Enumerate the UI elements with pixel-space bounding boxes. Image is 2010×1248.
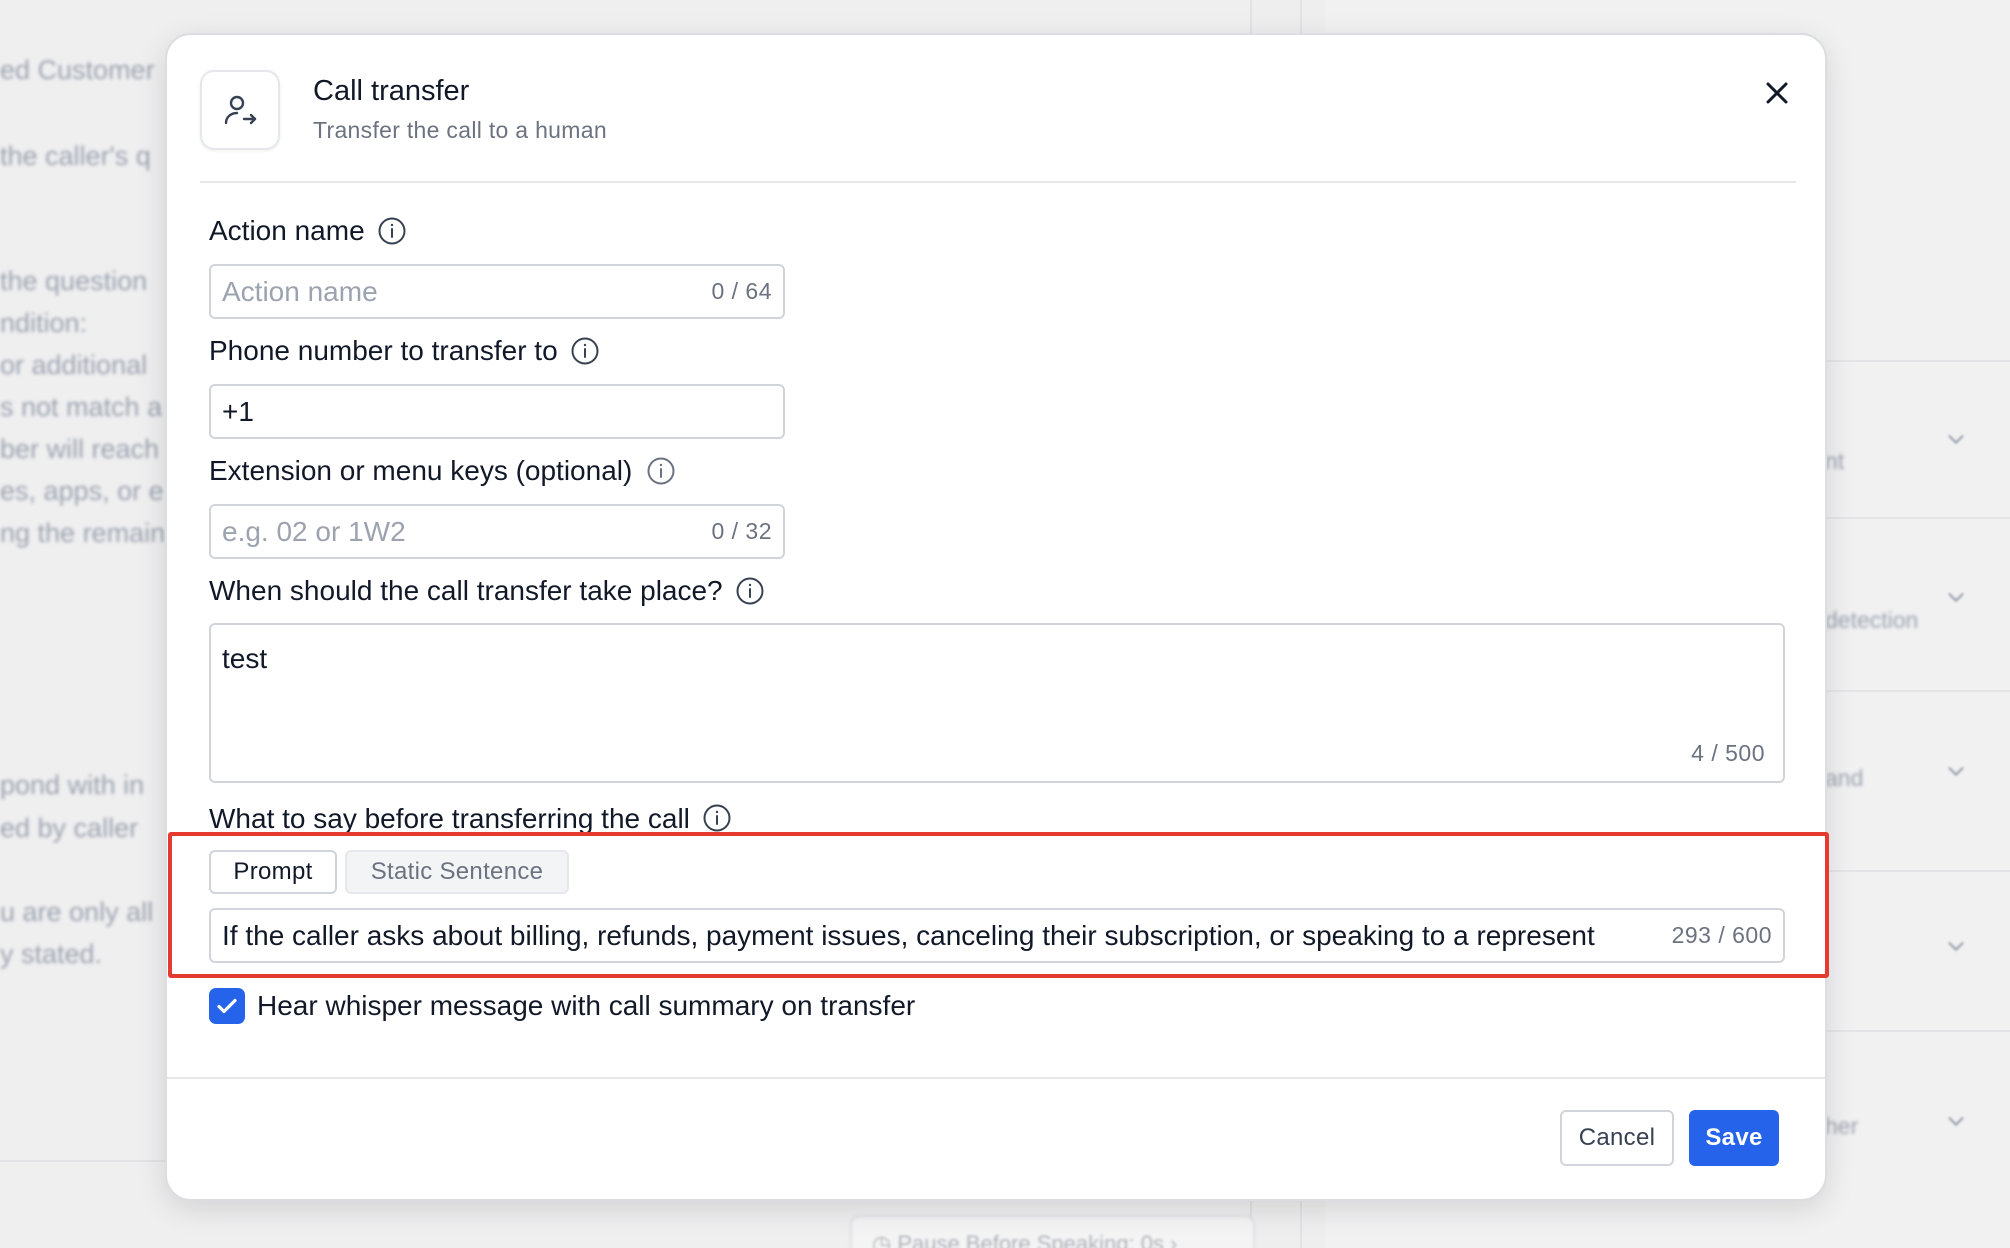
phone-number-input[interactable]: +1 (209, 384, 785, 439)
chevron-down-icon[interactable] (1945, 428, 1967, 450)
background-text: the caller's q (0, 141, 151, 171)
say-label-text: What to say before transferring the call (209, 803, 690, 834)
when-value: test (222, 643, 268, 674)
phone-label: Phone number to transfer to (209, 335, 600, 367)
background-text: y stated. (0, 939, 103, 969)
whisper-label: Hear whisper message with call summary o… (257, 990, 916, 1021)
extension-label-text: Extension or menu keys (optional) (209, 455, 633, 486)
chevron-down-icon[interactable] (1945, 935, 1967, 957)
background-text: nt (1825, 448, 1845, 474)
extension-input[interactable]: e.g. 02 or 1W2 0 / 32 (209, 504, 785, 559)
action-name-label: Action name (209, 215, 407, 247)
extension-label: Extension or menu keys (optional) (209, 455, 676, 487)
background-text: u are only all (0, 897, 154, 927)
chevron-down-icon[interactable] (1945, 586, 1967, 608)
clock-icon: ◷ (872, 1231, 898, 1248)
pause-before-speaking-pill[interactable]: ◷ Pause Before Speaking: 0s › (850, 1215, 1255, 1248)
action-name-placeholder: Action name (222, 275, 378, 307)
background-text: the question (0, 266, 148, 296)
background-text: es, apps, or e (0, 476, 164, 506)
action-name-label-text: Action name (209, 215, 365, 246)
phone-label-text: Phone number to transfer to (209, 335, 558, 366)
save-button[interactable]: Save (1689, 1110, 1779, 1166)
background-text: pond with in (0, 770, 145, 800)
tab-static-sentence[interactable]: Static Sentence (345, 850, 569, 894)
when-counter: 4 / 500 (1691, 740, 1765, 766)
close-icon[interactable] (1757, 73, 1797, 113)
background-text: ed by caller (0, 813, 139, 843)
modal-subtitle: Transfer the call to a human (313, 117, 607, 143)
background-text: ndition: (0, 308, 88, 338)
chevron-down-icon[interactable] (1945, 1110, 1967, 1132)
extension-counter: 0 / 32 (711, 518, 772, 544)
checkmark-icon (217, 998, 237, 1014)
footer-divider (167, 1077, 1825, 1079)
whisper-checkbox[interactable] (209, 988, 245, 1024)
background-text: ed Customer (0, 55, 155, 85)
cancel-button[interactable]: Cancel (1560, 1110, 1674, 1166)
say-prompt-input[interactable]: If the caller asks about billing, refund… (209, 908, 1785, 963)
info-icon[interactable] (377, 216, 407, 246)
chevron-down-icon[interactable] (1945, 760, 1967, 782)
background-text: detection (1825, 607, 1919, 633)
say-prompt-counter: 293 / 600 (1671, 922, 1772, 948)
info-icon[interactable] (646, 456, 676, 486)
pause-before-speaking-label: Pause Before Speaking: 0s (897, 1231, 1164, 1248)
background-text: or additional (0, 350, 148, 380)
say-label: What to say before transferring the call (209, 803, 732, 841)
say-prompt-value: If the caller asks about billing, refund… (222, 919, 1595, 951)
info-icon[interactable] (702, 803, 732, 833)
tab-prompt[interactable]: Prompt (209, 850, 337, 894)
info-icon[interactable] (735, 576, 765, 606)
action-name-counter: 0 / 64 (711, 278, 772, 304)
background-text: s not match a (0, 392, 163, 422)
call-transfer-modal: Call transfer Transfer the call to a hum… (165, 33, 1827, 1201)
when-label-text: When should the call transfer take place… (209, 575, 723, 606)
header-divider (200, 181, 1796, 183)
user-transfer-icon (200, 70, 280, 150)
extension-placeholder: e.g. 02 or 1W2 (222, 515, 406, 547)
phone-number-value: +1 (222, 395, 254, 427)
action-name-input[interactable]: Action name 0 / 64 (209, 264, 785, 319)
modal-title: Call transfer (313, 75, 470, 107)
background-text: ng the remain (0, 518, 166, 548)
when-label: When should the call transfer take place… (209, 575, 765, 607)
background-text: her (1825, 1113, 1859, 1139)
background-text: ber will reach (0, 434, 160, 464)
info-icon[interactable] (570, 336, 600, 366)
background-text: and (1825, 765, 1864, 791)
when-textarea[interactable]: test 4 / 500 (209, 623, 1785, 783)
